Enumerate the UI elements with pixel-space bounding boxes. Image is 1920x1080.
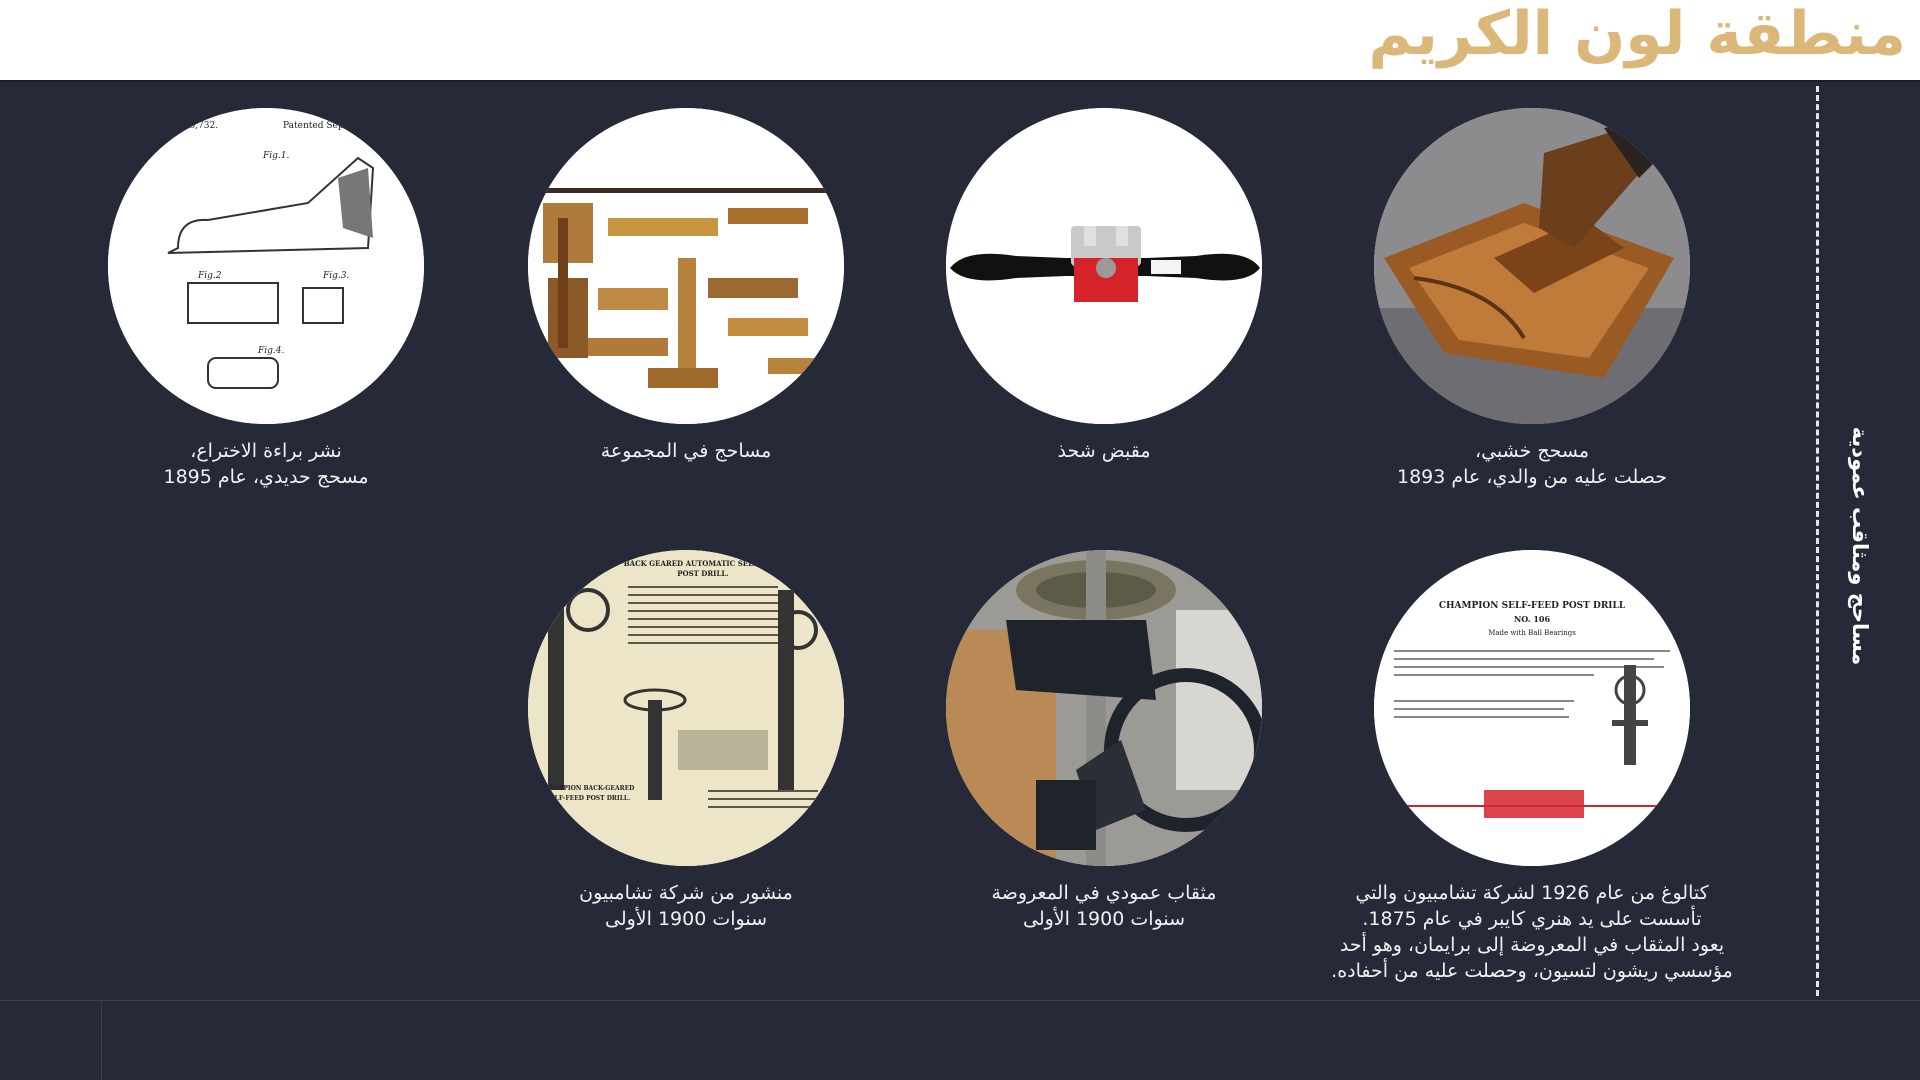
patent-fig-1: Fig.1. [262,151,289,161]
flyer-heading: BACK GEARED AUTOMATIC SELF-FEED [624,559,783,568]
caption-line: مساحج في المجموعة [600,440,772,462]
patent-number: 545,732. [178,121,218,131]
patent-date: Patented Sept. [283,121,350,131]
post-drill-image[interactable] [946,550,1262,866]
wooden-plane-image[interactable] [1374,108,1690,424]
caption-line: تأسست على يد هنري كايبر في عام 1875. [1362,908,1702,930]
caption-line: حصلت عليه من والدي، عام 1893 [1396,466,1668,488]
caption-champion-flyer: منشور من شركة تشامبيون سنوات 1900 الأولى [476,880,896,932]
patent-fig-3: Fig.3. [322,271,349,281]
catalog-heading: CHAMPION SELF-FEED POST DRILL [1439,601,1626,611]
slide: منطقة لون الكريم مساحج ومثاقب عمودية مسح… [0,0,1920,1080]
item-post-drill: مثقاب عمودي في المعروضة سنوات 1900 الأول… [894,550,1314,932]
caption-wooden-plane: مسحج خشبي، حصلت عليه من والدي، عام 1893 [1322,438,1742,490]
patent-fig-4: Fig.4. [257,346,284,356]
catalog-image[interactable]: CHAMPION SELF-FEED POST DRILL NO. 106 Ma… [1374,550,1690,866]
dashed-divider [1816,86,1819,996]
catalog-subheading: Made with Ball Bearings [1488,629,1576,637]
item-spokeshave: مقبض شحذ [894,108,1314,464]
caption-patent: نشر براءة الاختراع، مسحج حديدي، عام 1895 [56,438,476,490]
caption-line: كتالوغ من عام 1926 لشركة تشامبيون والتي [1355,882,1709,904]
caption-line: مقبض شحذ [1057,440,1151,462]
caption-line: سنوات 1900 الأولى [1022,908,1185,930]
patent-image[interactable]: 545,732. Patented Sept. Fig.1. Fig.2 Fig… [108,108,424,424]
caption-catalog: كتالوغ من عام 1926 لشركة تشامبيون والتي … [1322,880,1742,984]
planes-collection-image[interactable] [528,108,844,424]
caption-line: سنوات 1900 الأولى [604,908,767,930]
item-patent: 545,732. Patented Sept. Fig.1. Fig.2 Fig… [56,108,476,490]
caption-line: مسحج خشبي، [1474,440,1590,462]
caption-spokeshave: مقبض شحذ [894,438,1314,464]
item-champion-flyer: BACK GEARED AUTOMATIC SELF-FEED POST DRI… [476,550,896,932]
caption-line: مسحج حديدي، عام 1895 [163,466,369,488]
section-vertical-label: مساحج ومثاقب عمودية [1848,426,1872,666]
footer-divider [101,1001,102,1080]
flyer-subheading: POST DRILL. [677,569,729,578]
header: منطقة لون الكريم [0,0,1920,80]
catalog-model: NO. 106 [1514,614,1551,624]
flyer-caption-2: SELF-FEED POST DRILL. [546,795,630,802]
caption-line: مثقاب عمودي في المعروضة [991,882,1217,904]
caption-line: يعود المثقاب في المعروضة إلى برايمان، وه… [1339,934,1725,956]
caption-line: منشور من شركة تشامبيون [579,882,793,904]
caption-line: نشر براءة الاختراع، [190,440,342,462]
item-catalog: CHAMPION SELF-FEED POST DRILL NO. 106 Ma… [1322,550,1742,984]
footer-bar [0,1000,1920,1080]
item-planes-collection: مساحج في المجموعة [476,108,896,464]
item-wooden-plane: مسحج خشبي، حصلت عليه من والدي، عام 1893 [1322,108,1742,490]
caption-post-drill: مثقاب عمودي في المعروضة سنوات 1900 الأول… [894,880,1314,932]
page-title: منطقة لون الكريم [1368,0,1906,69]
patent-fig-2: Fig.2 [197,271,222,281]
caption-line: مؤسسي ريشون لتسيون، وحصلت عليه من أحفاده… [1331,960,1733,982]
spokeshave-image[interactable] [946,108,1262,424]
champion-flyer-image[interactable]: BACK GEARED AUTOMATIC SELF-FEED POST DRI… [528,550,844,866]
caption-planes-collection: مساحج في المجموعة [476,438,896,464]
flyer-caption-1: CHAMPION BACK-GEARED [542,785,635,792]
